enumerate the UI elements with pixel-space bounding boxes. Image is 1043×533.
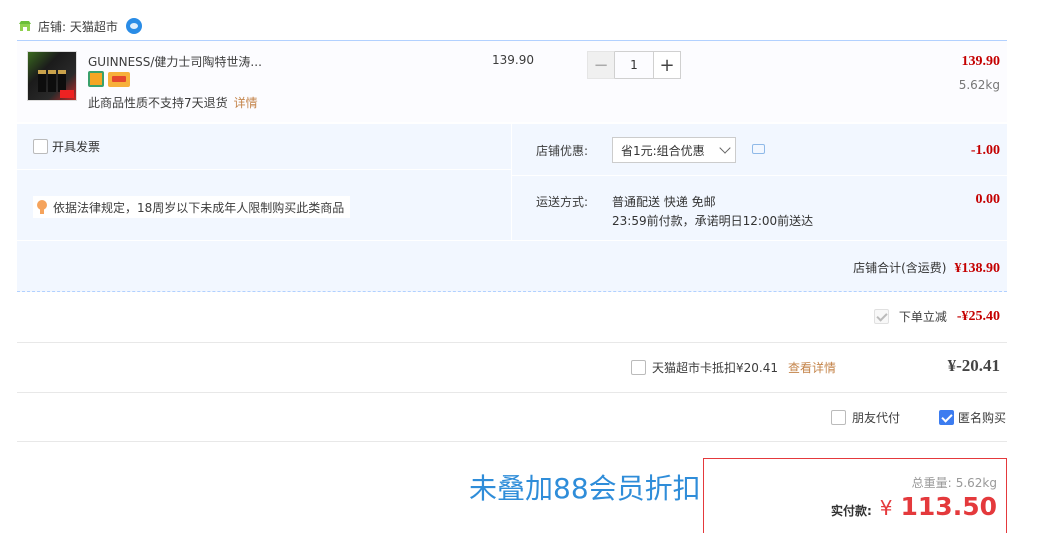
instant-discount-amount: -¥25.40 bbox=[956, 308, 1000, 324]
card-badge-icon bbox=[108, 72, 130, 87]
product-thumbnail[interactable] bbox=[27, 51, 77, 101]
quantity-stepper: − 1 + bbox=[587, 51, 681, 79]
anonymous-purchase-label: 匿名购买 bbox=[958, 411, 1007, 425]
shop-promo-label: 店铺优惠: bbox=[536, 144, 589, 158]
friend-pay-option[interactable]: 朋友代付 bbox=[831, 409, 900, 426]
shipping-method: 普通配送 快递 免邮 bbox=[612, 195, 716, 209]
divider bbox=[17, 342, 1007, 343]
legal-notice-text: 依据法律规定，18周岁以下未成年人限制购买此类商品 bbox=[53, 200, 345, 215]
quantity-increase-button[interactable]: + bbox=[653, 51, 681, 79]
shop-promo-select[interactable]: 省1元:组合优惠 bbox=[612, 137, 736, 163]
shop-icon bbox=[19, 21, 31, 31]
anonymous-purchase-option[interactable]: 匿名购买 bbox=[939, 409, 1006, 426]
shop-total-amount: ¥138.90 bbox=[954, 261, 1001, 276]
supermarket-card-checkbox[interactable] bbox=[631, 360, 646, 375]
shipping-promise: 23:59前付款，承诺明日12:00前送达 bbox=[612, 214, 814, 228]
divider bbox=[17, 240, 1007, 241]
unit-price: 139.90 bbox=[492, 53, 534, 67]
shop-name[interactable]: 店铺: 天猫超市 bbox=[38, 18, 118, 35]
actual-payment: 实付款: ¥ 113.50 bbox=[831, 492, 997, 521]
annotation-text: 未叠加88会员折扣 bbox=[469, 472, 701, 505]
total-weight-label: 总重量: bbox=[911, 476, 952, 490]
invoice-checkbox[interactable] bbox=[33, 139, 48, 154]
location-pin-icon bbox=[37, 200, 47, 214]
return-policy-text: 此商品性质不支持7天退货 bbox=[88, 96, 228, 110]
currency-symbol: ¥ bbox=[879, 496, 893, 520]
anonymous-purchase-checkbox[interactable] bbox=[939, 410, 954, 425]
supermarket-card-detail-link[interactable]: 查看详情 bbox=[788, 359, 836, 376]
chevron-down-icon bbox=[719, 142, 731, 154]
shipping-amount: 0.00 bbox=[975, 192, 1001, 207]
supermarket-card-label: 天猫超市卡抵扣¥20.41 bbox=[652, 361, 778, 375]
legal-notice: 依据法律规定，18周岁以下未成年人限制购买此类商品 bbox=[33, 196, 351, 218]
service-badge-icon bbox=[88, 71, 104, 87]
wangwang-chat-icon[interactable] bbox=[125, 18, 142, 34]
friend-pay-label: 朋友代付 bbox=[852, 411, 901, 425]
divider bbox=[17, 441, 1007, 442]
return-policy-note: 此商品性质不支持7天退货 详情 bbox=[88, 94, 258, 111]
shop-promo-amount: -1.00 bbox=[970, 143, 1000, 158]
divider bbox=[512, 175, 1007, 176]
invoice-option[interactable]: 开具发票 bbox=[33, 138, 100, 155]
product-title[interactable]: GUINNESS/健力士司陶特世涛... bbox=[88, 53, 262, 70]
item-weight: 5.62kg bbox=[958, 78, 1000, 92]
invoice-label: 开具发票 bbox=[52, 140, 101, 154]
friend-pay-checkbox[interactable] bbox=[831, 410, 846, 425]
shipping-label: 运送方式: bbox=[536, 195, 589, 209]
total-weight-value: 5.62kg bbox=[955, 476, 997, 490]
divider bbox=[17, 392, 1007, 393]
quantity-decrease-button[interactable]: − bbox=[587, 51, 615, 79]
shop-total: 店铺合计(含运费) ¥138.90 bbox=[853, 259, 1000, 277]
item-subtotal: 139.90 bbox=[961, 54, 1001, 69]
shop-promo-selected: 省1元:组合优惠 bbox=[621, 143, 705, 158]
return-policy-detail-link[interactable]: 详情 bbox=[234, 96, 258, 110]
instant-discount-label: 下单立减 bbox=[898, 310, 947, 324]
divider bbox=[511, 124, 512, 240]
actual-payment-amount: 113.50 bbox=[900, 492, 997, 521]
shop-header: 店铺: 天猫超市 bbox=[18, 18, 142, 34]
supermarket-card-amount: ¥-20.41 bbox=[947, 356, 1000, 375]
message-icon[interactable] bbox=[752, 144, 765, 154]
actual-payment-label: 实付款: bbox=[830, 504, 872, 518]
total-weight: 总重量: 5.62kg bbox=[908, 474, 997, 491]
supermarket-card-option[interactable]: 天猫超市卡抵扣¥20.41 查看详情 bbox=[631, 359, 836, 376]
instant-discount-checkbox bbox=[873, 309, 889, 324]
shop-total-label: 店铺合计(含运费) bbox=[853, 261, 947, 275]
instant-discount-row: 下单立减 -¥25.40 bbox=[873, 308, 1000, 325]
quantity-input[interactable]: 1 bbox=[615, 51, 653, 79]
